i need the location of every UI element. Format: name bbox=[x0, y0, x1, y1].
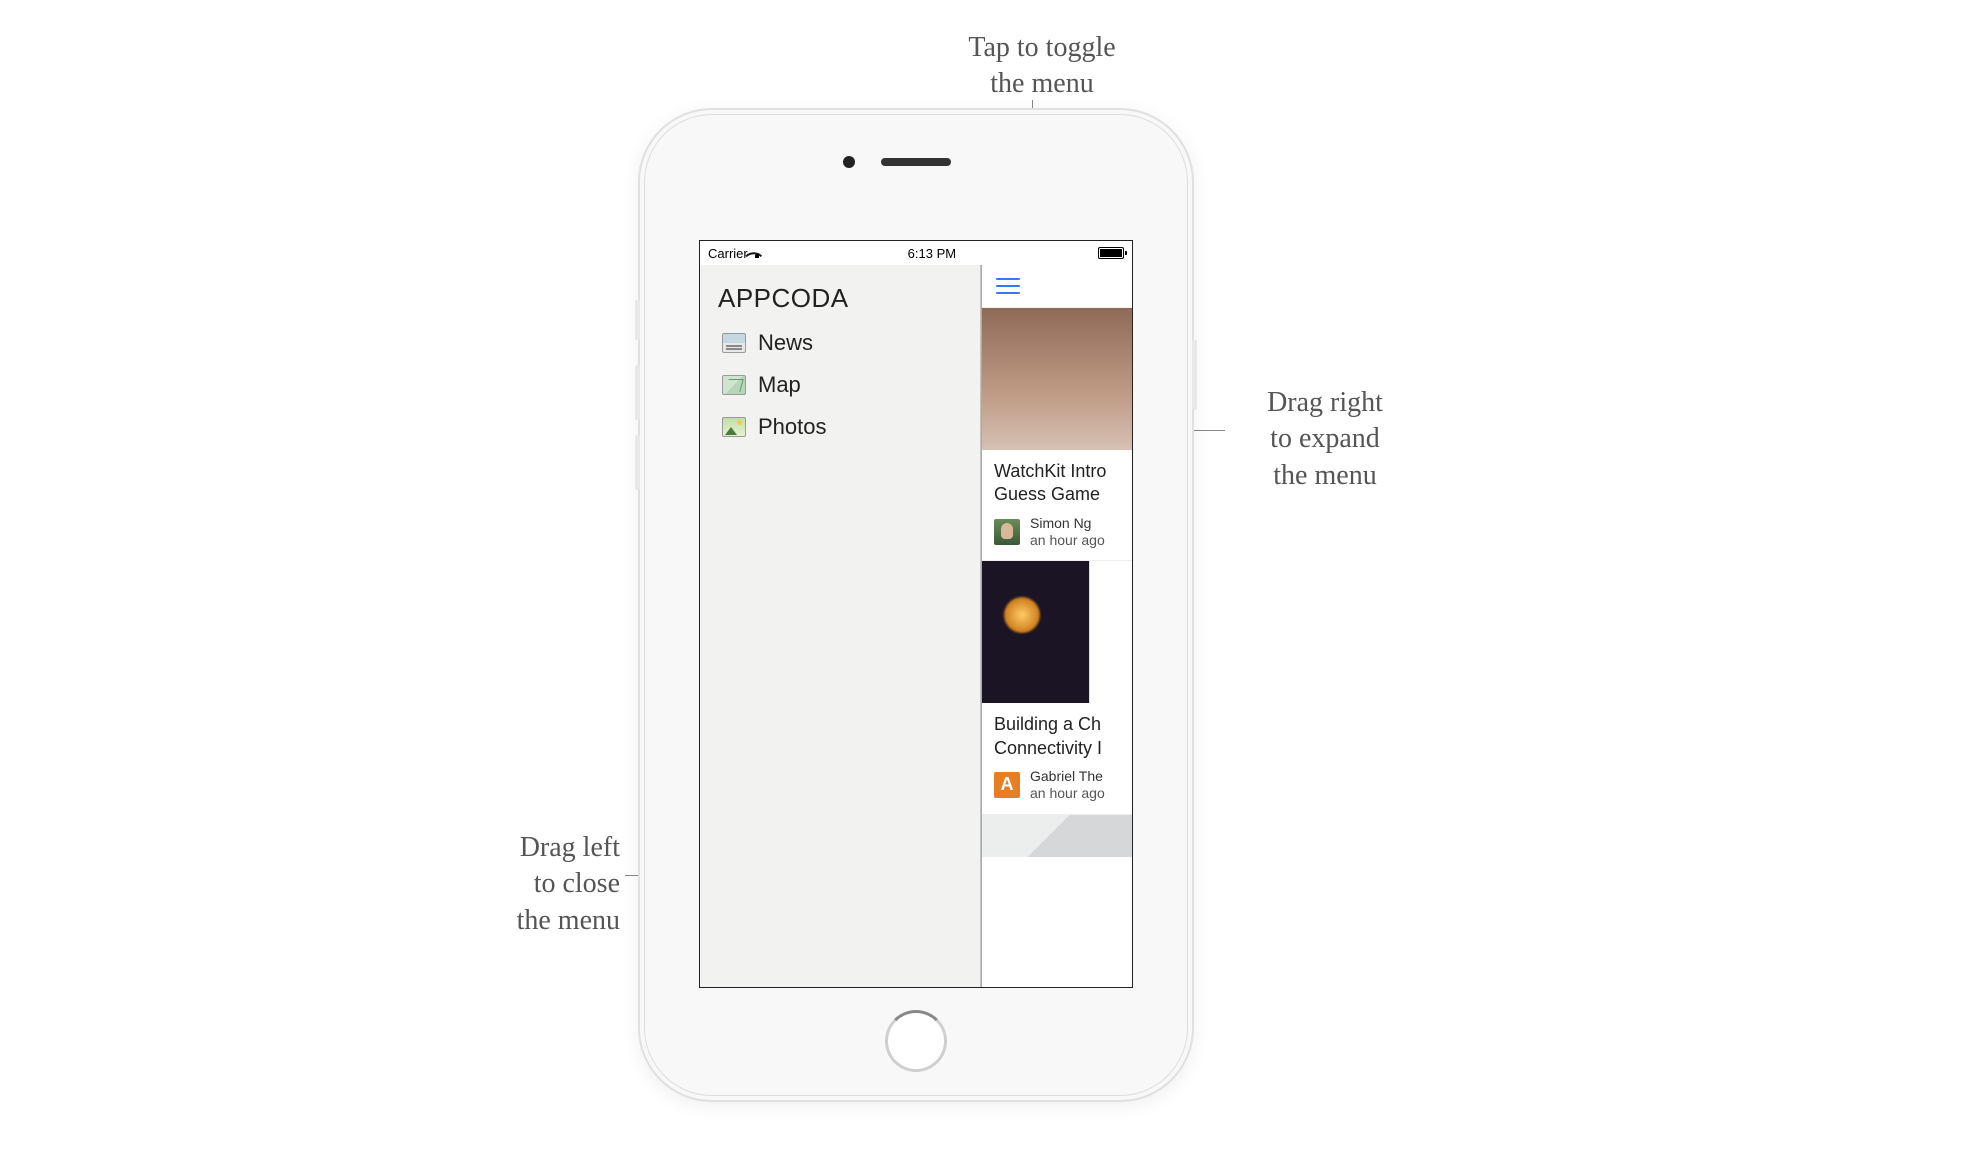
card-time: an hour ago bbox=[1030, 532, 1105, 549]
sidebar-item-photos[interactable]: Photos bbox=[718, 406, 972, 448]
map-icon bbox=[722, 375, 746, 395]
card-time: an hour ago bbox=[1030, 785, 1105, 802]
avatar bbox=[994, 519, 1020, 545]
news-icon bbox=[722, 333, 746, 353]
feed-card[interactable]: Building a Ch Connectivity I A Gabriel T… bbox=[982, 560, 1132, 813]
status-bar: Carrier 6:13 PM bbox=[700, 241, 1132, 265]
sidebar-item-map[interactable]: Map bbox=[718, 364, 972, 406]
iphone-camera bbox=[843, 156, 855, 168]
iphone-home-button[interactable] bbox=[885, 1010, 947, 1072]
battery-icon bbox=[1098, 247, 1124, 259]
iphone-power-button bbox=[1192, 340, 1197, 410]
wifi-icon bbox=[752, 248, 766, 258]
iphone-volume-down bbox=[635, 435, 640, 490]
app-title: APPCODA bbox=[718, 283, 972, 314]
status-time: 6:13 PM bbox=[908, 246, 956, 261]
card-author: Gabriel The bbox=[1030, 768, 1105, 785]
feed-card[interactable]: WatchKit Intro Guess Game Simon Ng an ho… bbox=[982, 307, 1132, 560]
card-image bbox=[982, 815, 1132, 857]
sidebar-menu[interactable]: APPCODA News Map Photos bbox=[700, 265, 982, 987]
feed-card[interactable] bbox=[982, 814, 1132, 859]
annotation-right: Drag right to expand the menu bbox=[1225, 385, 1425, 494]
iphone-mockup: Carrier 6:13 PM APPCODA News Map bbox=[640, 110, 1192, 1100]
content-pane[interactable]: WatchKit Intro Guess Game Simon Ng an ho… bbox=[982, 265, 1132, 987]
card-author: Simon Ng bbox=[1030, 515, 1105, 532]
phone-screen: Carrier 6:13 PM APPCODA News Map bbox=[699, 240, 1133, 988]
sidebar-item-news[interactable]: News bbox=[718, 322, 972, 364]
card-title: Building a Ch Connectivity I bbox=[982, 703, 1132, 766]
card-meta: A Gabriel The an hour ago bbox=[982, 766, 1132, 812]
hamburger-icon[interactable] bbox=[996, 278, 1020, 294]
sidebar-item-label: Map bbox=[758, 372, 801, 398]
card-image bbox=[982, 561, 1132, 703]
annotation-left: Drag left to close the menu bbox=[430, 830, 620, 939]
avatar: A bbox=[994, 772, 1020, 798]
photos-icon bbox=[722, 417, 746, 437]
sidebar-item-label: News bbox=[758, 330, 813, 356]
iphone-speaker bbox=[881, 158, 951, 166]
card-title: WatchKit Intro Guess Game bbox=[982, 450, 1132, 513]
iphone-mute-switch bbox=[635, 300, 640, 340]
card-meta: Simon Ng an hour ago bbox=[982, 513, 1132, 559]
iphone-volume-up bbox=[635, 365, 640, 420]
card-image bbox=[982, 308, 1132, 450]
annotation-top: Tap to toggle the menu bbox=[932, 30, 1152, 103]
carrier-label: Carrier bbox=[708, 246, 748, 261]
sidebar-item-label: Photos bbox=[758, 414, 827, 440]
nav-bar bbox=[982, 265, 1132, 307]
